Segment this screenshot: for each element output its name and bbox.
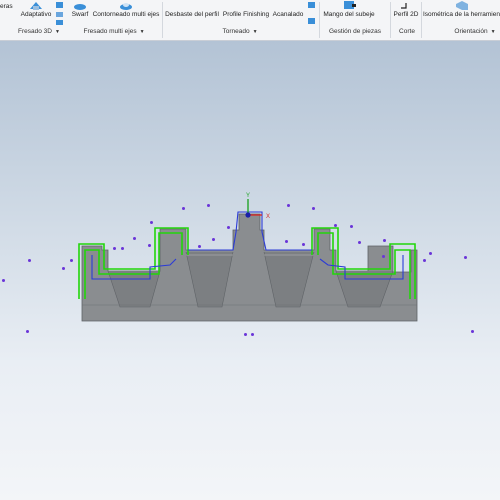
triad-x-label: X [266,214,270,220]
chevron-down-icon: ▼ [490,29,496,35]
group-gestion-label: Gestión de piezas [328,28,382,35]
profile-2d-icon [401,3,407,9]
path-point [207,204,210,207]
small-tool-buttons[interactable] [55,0,65,25]
path-point [28,259,31,262]
group-corte: Corte [395,28,419,40]
acanalado-label: Acanalado [272,11,304,18]
triad-y-label: Y [246,193,250,199]
path-point [244,333,247,336]
path-point [121,247,124,250]
path-point [429,252,432,255]
path-point [312,207,315,210]
path-point [2,279,5,282]
group-torneado[interactable]: Torneado ▼ [220,28,260,40]
path-point [150,221,153,224]
mango-label: Mango del subeje [323,11,375,18]
partial-button-label: eras [0,3,13,10]
path-point [227,226,230,229]
stacked-turning-icons [308,2,315,24]
group-fresado-3d-label: Fresado 3D [18,28,52,35]
swarf-label: Swarf [71,11,89,18]
swarf-icon [74,4,86,10]
path-point [423,259,426,262]
chevron-down-icon: ▼ [55,29,60,35]
group-gestion-de-piezas: Gestión de piezas [328,28,382,40]
path-point [471,330,474,333]
adaptativo-label: Adaptativo [20,11,52,18]
path-point [350,225,353,228]
path-point [62,267,65,270]
path-point [133,237,136,240]
path-point [26,330,29,333]
ribbon-toolbar: eras Adaptativo Swarf Contorneado multi … [0,0,500,41]
isometrica-label: Isométrica de la herramient [423,11,500,18]
perfil-2d-button[interactable]: Perfil 2D [392,0,420,24]
perfil2d-label: Perfil 2D [393,11,419,18]
desbaste-label: Desbaste del perfil [165,11,219,18]
3d-viewport[interactable]: Y X [0,41,500,500]
mango-del-subeje-button[interactable]: Mango del subeje [320,0,378,24]
separator [421,2,422,38]
part-model[interactable] [81,213,418,322]
path-point [148,244,151,247]
path-point [113,247,116,250]
adaptive-clearing-icon [30,2,42,10]
group-corte-label: Corte [399,28,415,35]
chevron-down-icon: ▼ [139,29,145,35]
path-point [383,239,386,242]
adaptativo-button[interactable]: Adaptativo [18,0,54,24]
group-orientacion-label: Orientación [454,28,488,35]
path-point [334,224,337,227]
isometric-view-icon [455,1,468,10]
path-point [70,259,73,262]
small-turning-buttons[interactable] [306,0,318,24]
path-point [198,245,201,248]
path-point [285,240,288,243]
separator [162,2,163,38]
path-point [358,241,361,244]
path-point [212,238,215,241]
multi-axis-contour-icon [120,3,132,10]
path-point [382,255,385,258]
path-point [182,207,185,210]
swarf-button[interactable]: Swarf [69,0,91,24]
group-fresado-multi-label: Fresado multi ejes [83,28,137,35]
desbaste-del-perfil-button[interactable]: Desbaste del perfil [164,0,220,24]
path-point [287,204,290,207]
path-point [251,333,254,336]
contorneado-multi-ejes-button[interactable]: Contorneado multi ejes [91,0,161,24]
isometrica-herramienta-button[interactable]: Isométrica de la herramient [423,0,500,24]
group-torneado-label: Torneado [222,28,250,35]
chevron-down-icon: ▼ [252,29,258,35]
group-fresado-multi-ejes[interactable]: Fresado multi ejes ▼ [80,28,148,40]
profile-finishing-button[interactable]: Profile Finishing [221,0,271,24]
separator [390,2,391,38]
partial-button-left[interactable]: eras [0,0,16,24]
path-point [302,243,305,246]
group-orientacion[interactable]: Orientación ▼ [450,28,500,40]
profile-finishing-label: Profile Finishing [222,11,270,18]
cam-model-canvas: Y X [78,193,418,322]
path-point [464,256,467,259]
subspindle-handle-icon [344,1,356,9]
acanalado-button[interactable]: Acanalado [271,0,305,24]
stacked-tool-icons [56,2,63,25]
contorneado-label: Contorneado multi ejes [92,11,160,18]
group-fresado-3d[interactable]: Fresado 3D ▼ [18,28,60,40]
